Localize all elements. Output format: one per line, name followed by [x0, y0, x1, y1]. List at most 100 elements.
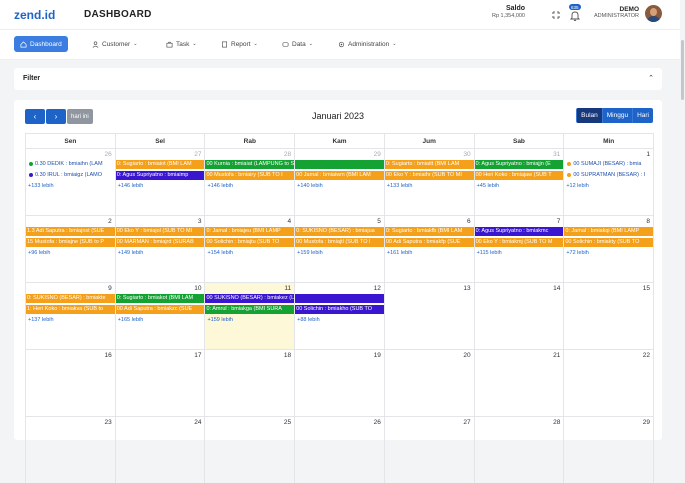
day-number[interactable]: 8 [646, 218, 650, 225]
nav-report[interactable]: Report ⌄ [217, 36, 262, 52]
more-events-link[interactable]: +133 lebih [28, 183, 54, 189]
day-number[interactable]: 29 [374, 151, 381, 158]
calendar-event[interactable]: 15 Mustofa : bmiajne (SUB to P [26, 238, 115, 247]
calendar-event[interactable]: 00 Eko Y : bmiajol (SUB TO MI [115, 227, 205, 236]
avatar[interactable] [645, 5, 662, 22]
day-number[interactable]: 4 [288, 218, 292, 225]
day-cell[interactable]: 9 0: SUKISNO (BESAR) : bmiakte 1: Heri Kok… [26, 283, 115, 349]
calendar-event[interactable]: 0: Agus Supriyatno : bmiaimp [115, 171, 205, 180]
more-events-link[interactable]: +165 lebih [118, 317, 144, 323]
calendar-event[interactable]: 0: SUKISNO (BESAR) : bmiajua [295, 227, 384, 236]
calendar-event[interactable]: 0: Jamal : bmiakqi (BMI LAMP [564, 227, 654, 236]
calendar-event[interactable]: 00 SUMAJI (BESAR) : bmia [564, 160, 653, 169]
calendar-event[interactable]: 00 SUKISNO (BESAR) : bmiakez (LAMONGAN t… [205, 294, 295, 303]
day-number[interactable]: 21 [553, 352, 560, 359]
more-events-link[interactable]: +88 lebih [297, 317, 319, 323]
bell-icon[interactable] [569, 10, 581, 22]
day-cell[interactable]: 30 0: Sugiarto : bmiaitt (BMI LAM 00 Eko Y… [383, 149, 474, 215]
calendar-event[interactable]: 0: Sugiarto : bmiakot (BMI LAM [115, 294, 205, 303]
day-cell[interactable]: 17 [114, 350, 205, 416]
day-number[interactable]: 1 [646, 151, 650, 158]
day-cell[interactable]: 7 0: Agus Supriyatno : bmiakmc 00 Eko Y : … [473, 216, 564, 282]
day-cell[interactable]: 20 [383, 350, 474, 416]
user-info[interactable]: DEMO ADMINISTRATOR [594, 6, 639, 19]
calendar-event[interactable]: 00 Mustofa : bmiajtl (SUB TO I [295, 238, 384, 247]
day-number[interactable]: 29 [643, 419, 650, 426]
calendar-event[interactable]: 0: Sugiarto : bmiaitt (BMI LAM [384, 160, 474, 169]
day-cell[interactable]: 3 00 Eko Y : bmiajol (SUB TO MI 00 MARMAN … [114, 216, 205, 282]
day-number[interactable]: 2 [108, 218, 112, 225]
more-events-link[interactable]: +72 lebih [566, 250, 588, 256]
calendar-event[interactable]: 00 Solichin : bmiakho (SUB TO [295, 305, 384, 314]
day-cell[interactable]: 25 [204, 417, 294, 483]
day-cell[interactable]: 29 [563, 417, 653, 483]
day-cell[interactable]: 22 [563, 350, 653, 416]
day-cell[interactable]: 11 00 SUKISNO (BESAR) : bmiakez (LAMONGAN… [204, 283, 295, 349]
day-number[interactable]: 6 [467, 218, 471, 225]
day-cell[interactable]: 26 0.30 DEDIK : bmiaihn (LAM 0.30 IRUL : b… [26, 149, 115, 215]
day-number[interactable]: 13 [463, 285, 470, 292]
day-cell[interactable]: 19 [294, 350, 384, 416]
more-events-link[interactable]: +161 lebih [387, 250, 413, 256]
calendar-event[interactable]: 0: Agus Supriyatno : bmiakmc [474, 227, 564, 236]
day-number[interactable]: 5 [377, 218, 381, 225]
more-events-link[interactable]: +146 lebih [118, 183, 144, 189]
day-number[interactable]: 10 [194, 285, 201, 292]
fullscreen-icon[interactable] [551, 10, 561, 20]
day-number[interactable]: 9 [108, 285, 112, 292]
day-number[interactable]: 7 [557, 218, 561, 225]
day-cell[interactable]: 28 [473, 417, 564, 483]
day-cell[interactable]: 8 0: Jamal : bmiakqi (BMI LAMP 00 Solichin… [563, 216, 654, 282]
calendar-event[interactable]: 00 Eko Y : bmiakmj (SUB TO M [474, 238, 564, 247]
chevron-up-icon[interactable]: ⌃ [648, 74, 654, 82]
day-number[interactable]: 14 [553, 285, 560, 292]
filter-panel[interactable]: Filter ⌃ [14, 68, 662, 90]
day-cell[interactable]: 6 0: Sugiarto : bmiakfb (BMI LAM 00 Adi Sa… [383, 216, 474, 282]
day-cell[interactable]: 5 0: SUKISNO (BESAR) : bmiajua 00 Mustofa … [294, 216, 384, 282]
day-number[interactable]: 12 [374, 285, 381, 292]
day-number[interactable]: 18 [284, 352, 291, 359]
day-cell[interactable]: 23 [26, 417, 115, 483]
day-cell[interactable]: 2 1.3 Adi Saputra : bmiajnst (SUE 15 Musto… [26, 216, 115, 282]
day-cell[interactable]: 18 [204, 350, 294, 416]
calendar-event[interactable]: 00 Jamal : bmiaiwm (BMI LAM [295, 171, 384, 180]
day-number[interactable]: 28 [553, 419, 560, 426]
day-number[interactable]: 20 [463, 352, 470, 359]
calendar-event[interactable]: 0: Jamal : bmiajeu (BMI LAMP [205, 227, 295, 236]
more-events-link[interactable]: +140 lebih [297, 183, 323, 189]
day-number[interactable]: 30 [463, 151, 470, 158]
calendar-event[interactable]: 00 Kurnia : bmiaiat (LAMPUNG to SURABAYA… [205, 160, 295, 169]
more-events-link[interactable]: +146 lebih [207, 183, 233, 189]
day-number[interactable]: 15 [643, 285, 650, 292]
day-number[interactable]: 26 [374, 419, 381, 426]
day-cell[interactable]: 1 00 SUMAJI (BESAR) : bmia 00 SUPRATMAN (B… [563, 149, 653, 215]
calendar-event[interactable]: 00 Solichin : bmiakty (SUB TO [564, 238, 654, 247]
nav-task[interactable]: Task ⌄ [162, 36, 201, 52]
nav-dashboard[interactable]: Dashboard [14, 36, 68, 52]
view-month-button[interactable]: Bulan [576, 108, 602, 123]
day-cell[interactable]: 10 0: Sugiarto : bmiakot (BMI LAM 00 Adi S… [114, 283, 205, 349]
day-number[interactable]: 28 [284, 151, 291, 158]
calendar-event[interactable]: 00 Mustofa : bmiairy (SUB TO I [205, 171, 295, 180]
day-number[interactable]: 17 [194, 352, 201, 359]
day-number[interactable]: 3 [198, 218, 202, 225]
calendar-event[interactable]: 0.30 DEDIK : bmiaihn (LAM [26, 160, 115, 169]
more-events-link[interactable]: +115 lebih [477, 250, 502, 256]
calendar-event[interactable]: 00 Adi Saputra : bmiakzc (SUE [115, 305, 205, 314]
more-events-link[interactable]: +149 lebih [118, 250, 144, 256]
more-events-link[interactable]: +45 lebih [477, 183, 499, 189]
day-number[interactable]: 23 [104, 419, 111, 426]
day-cell[interactable]: 28 00 Kurnia : bmiaiat (LAMPUNG to SURABA… [204, 149, 295, 215]
calendar-event[interactable]: 0: Agus Supriyatno : bmiajjn (E [474, 160, 564, 169]
day-cell[interactable]: 29 00 Jamal : bmiaiwm (BMI LAM +140 lebih [294, 149, 384, 215]
day-number[interactable]: 27 [463, 419, 470, 426]
zend-logo[interactable]: zend.id [14, 8, 55, 22]
calendar-event[interactable]: 1: Heri Koko : bmiakva (SUB to [26, 305, 115, 314]
calendar-event[interactable]: 00 SUPRATMAN (BESAR) : I [564, 171, 653, 180]
day-cell[interactable]: 16 [26, 350, 115, 416]
day-number[interactable]: 31 [553, 151, 560, 158]
more-events-link[interactable]: +159 lebih [207, 317, 233, 323]
calendar-event[interactable]: 0: Sugiarto : bmiakfb (BMI LAM [384, 227, 474, 236]
day-cell[interactable]: 26 [294, 417, 384, 483]
day-cell[interactable]: 14 [473, 283, 564, 349]
